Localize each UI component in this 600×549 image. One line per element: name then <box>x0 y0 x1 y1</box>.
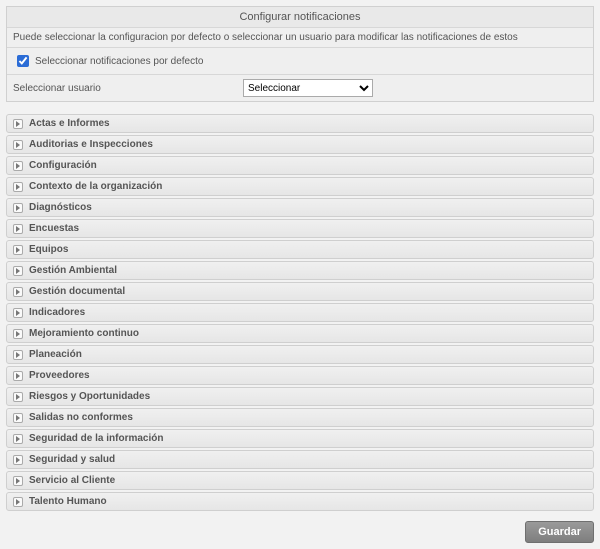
accordion-label: Diagnósticos <box>29 202 92 213</box>
expand-icon <box>13 203 23 213</box>
accordion-label: Equipos <box>29 244 68 255</box>
config-panel: Configurar notificaciones Puede seleccio… <box>6 6 594 102</box>
accordion-item[interactable]: Diagnósticos <box>6 198 594 217</box>
expand-icon <box>13 308 23 318</box>
accordion-item[interactable]: Actas e Informes <box>6 114 594 133</box>
default-notifications-row: Seleccionar notificaciones por defecto <box>7 48 593 75</box>
panel-title: Configurar notificaciones <box>7 7 593 28</box>
accordion-item[interactable]: Seguridad de la información <box>6 429 594 448</box>
panel-description: Puede seleccionar la configuracion por d… <box>7 28 593 48</box>
accordion-label: Planeación <box>29 349 82 360</box>
expand-icon <box>13 119 23 129</box>
select-user-label: Seleccionar usuario <box>13 83 101 94</box>
accordion-label: Auditorias e Inspecciones <box>29 139 153 150</box>
accordion-item[interactable]: Encuestas <box>6 219 594 238</box>
accordion-label: Mejoramiento continuo <box>29 328 139 339</box>
expand-icon <box>13 497 23 507</box>
expand-icon <box>13 476 23 486</box>
expand-icon <box>13 182 23 192</box>
accordion-item[interactable]: Talento Humano <box>6 492 594 511</box>
accordion-label: Encuestas <box>29 223 79 234</box>
accordion-item[interactable]: Planeación <box>6 345 594 364</box>
categories-accordion: Actas e Informes Auditorias e Inspeccione… <box>6 114 594 511</box>
accordion-item[interactable]: Seguridad y salud <box>6 450 594 469</box>
accordion-label: Servicio al Cliente <box>29 475 115 486</box>
accordion-item[interactable]: Contexto de la organización <box>6 177 594 196</box>
accordion-label: Gestión Ambiental <box>29 265 117 276</box>
accordion-label: Proveedores <box>29 370 90 381</box>
accordion-label: Talento Humano <box>29 496 107 507</box>
expand-icon <box>13 224 23 234</box>
accordion-label: Seguridad de la información <box>29 433 163 444</box>
accordion-item[interactable]: Servicio al Cliente <box>6 471 594 490</box>
default-notifications-label: Seleccionar notificaciones por defecto <box>35 56 203 67</box>
expand-icon <box>13 371 23 381</box>
expand-icon <box>13 413 23 423</box>
accordion-item[interactable]: Salidas no conformes <box>6 408 594 427</box>
expand-icon <box>13 161 23 171</box>
expand-icon <box>13 350 23 360</box>
footer: Guardar <box>6 521 594 543</box>
accordion-label: Actas e Informes <box>29 118 110 129</box>
accordion-label: Configuración <box>29 160 97 171</box>
accordion-label: Salidas no conformes <box>29 412 133 423</box>
save-button[interactable]: Guardar <box>525 521 594 543</box>
accordion-item[interactable]: Equipos <box>6 240 594 259</box>
select-user-dropdown[interactable]: Seleccionar <box>243 79 373 97</box>
accordion-item[interactable]: Gestión documental <box>6 282 594 301</box>
expand-icon <box>13 392 23 402</box>
accordion-label: Gestión documental <box>29 286 125 297</box>
accordion-item[interactable]: Configuración <box>6 156 594 175</box>
accordion-item[interactable]: Gestión Ambiental <box>6 261 594 280</box>
expand-icon <box>13 140 23 150</box>
accordion-item[interactable]: Mejoramiento continuo <box>6 324 594 343</box>
expand-icon <box>13 266 23 276</box>
accordion-label: Riesgos y Oportunidades <box>29 391 150 402</box>
expand-icon <box>13 455 23 465</box>
select-user-row: Seleccionar usuario Seleccionar <box>7 75 593 101</box>
expand-icon <box>13 434 23 444</box>
accordion-label: Contexto de la organización <box>29 181 162 192</box>
expand-icon <box>13 287 23 297</box>
accordion-item[interactable]: Auditorias e Inspecciones <box>6 135 594 154</box>
default-notifications-checkbox[interactable] <box>17 55 29 67</box>
expand-icon <box>13 329 23 339</box>
accordion-item[interactable]: Proveedores <box>6 366 594 385</box>
accordion-item[interactable]: Indicadores <box>6 303 594 322</box>
accordion-label: Indicadores <box>29 307 85 318</box>
expand-icon <box>13 245 23 255</box>
accordion-label: Seguridad y salud <box>29 454 115 465</box>
accordion-item[interactable]: Riesgos y Oportunidades <box>6 387 594 406</box>
